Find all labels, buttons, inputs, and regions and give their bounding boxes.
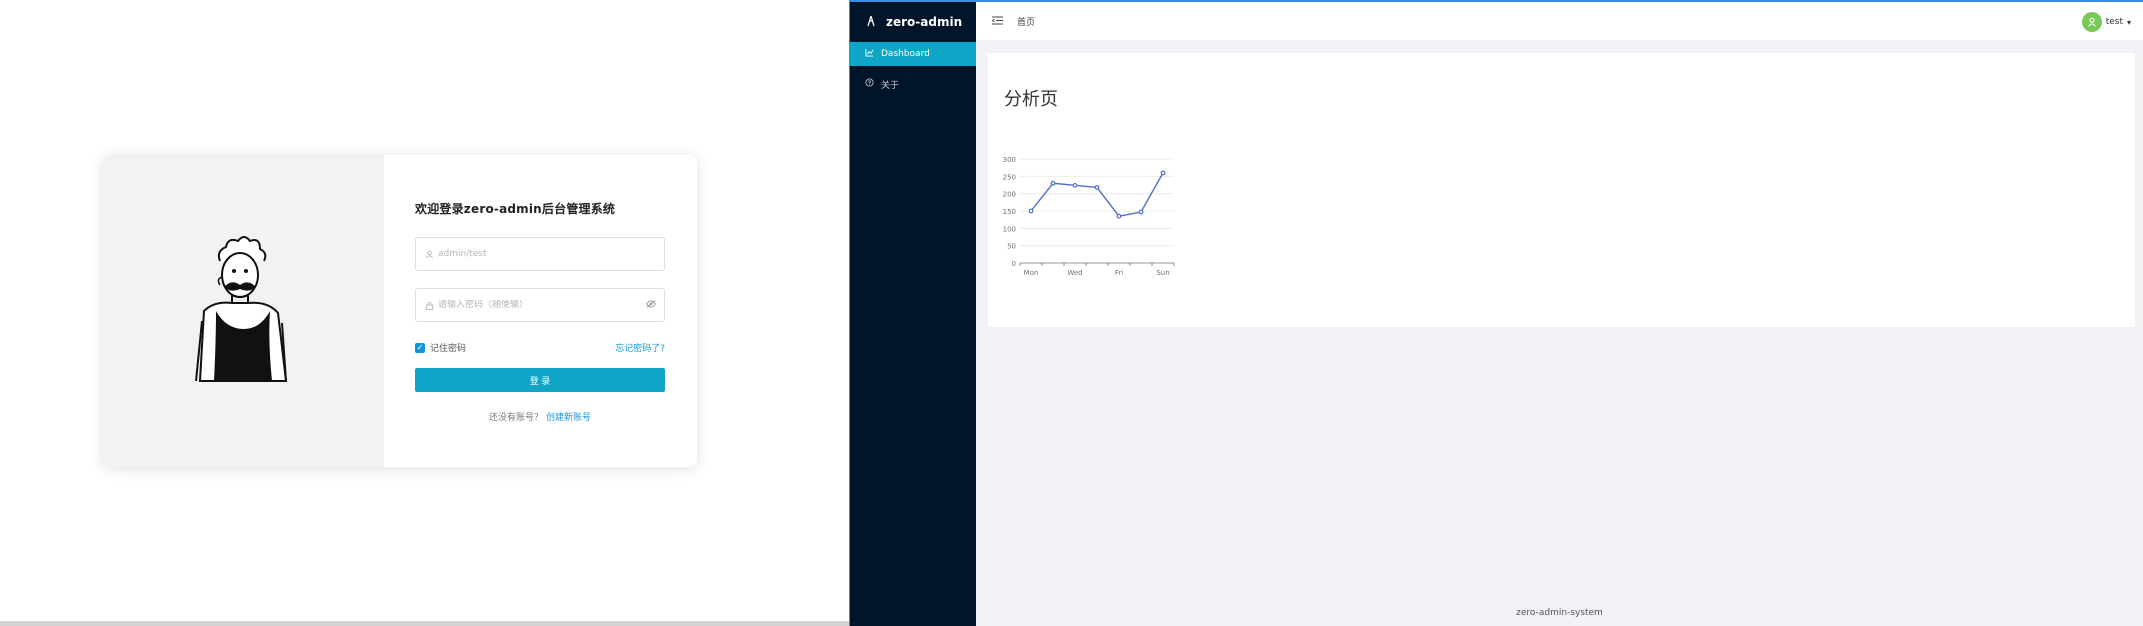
y-tick-label: 0: [1012, 260, 1016, 268]
chart-icon: [864, 48, 874, 60]
avatar[interactable]: [2081, 12, 2102, 32]
brand-name: zero-admin: [886, 15, 963, 29]
data-point: [1160, 170, 1166, 176]
window-divider: [0, 621, 849, 626]
data-point: [1116, 213, 1122, 219]
data-point: [1094, 185, 1100, 190]
series-line: [1030, 172, 1164, 217]
x-tick-label: Fri: [1115, 269, 1123, 277]
question-circle-icon: [864, 78, 874, 90]
x-tick-label: Sun: [1156, 269, 1169, 277]
login-page: 欢迎登录zero-admin后台管理系统 admin/test ✓ 记住密码 忘…: [0, 0, 849, 626]
page-title: 分析页: [1004, 89, 1058, 110]
breadcrumb[interactable]: 首页: [1017, 15, 1035, 28]
y-tick-label: 100: [1003, 225, 1016, 233]
line-chart: 0 50 100 150 200 250 300 Mon Wed Fri Sun: [1003, 156, 1175, 277]
data-point: [1138, 209, 1144, 215]
footer: zero-admin-system: [1516, 608, 1603, 618]
create-account-link[interactable]: 创建新账号: [546, 413, 591, 423]
logo[interactable]: zero-admin: [850, 2, 976, 42]
sidebar-item-label: 关于: [881, 80, 900, 91]
user-name: test: [2105, 17, 2123, 27]
x-tick-label: Wed: [1067, 269, 1082, 277]
sidebar-item-about[interactable]: 关于: [850, 72, 976, 96]
data-point: [1028, 208, 1034, 214]
menu-fold-icon[interactable]: [991, 15, 1003, 28]
caret-down-icon: ▾: [2126, 17, 2131, 27]
login-form: 欢迎登录zero-admin后台管理系统 admin/test ✓ 记住密码 忘…: [384, 155, 697, 467]
login-card: 欢迎登录zero-admin后台管理系统 admin/test ✓ 记住密码 忘…: [102, 155, 697, 467]
logo-icon: [866, 15, 876, 30]
login-button[interactable]: 登 录: [415, 368, 665, 392]
y-tick-label: 250: [1003, 173, 1016, 181]
forgot-password-link[interactable]: 忘记密码了?: [615, 341, 665, 354]
y-tick-label: 300: [1003, 156, 1016, 164]
login-illustration: [102, 155, 384, 467]
remember-label: 记住密码: [430, 344, 467, 354]
eye-icon[interactable]: [645, 299, 657, 311]
username-field[interactable]: [415, 237, 665, 271]
screen: 欢迎登录zero-admin后台管理系统 admin/test ✓ 记住密码 忘…: [0, 0, 2143, 626]
lock-icon: [424, 300, 434, 310]
y-tick-label: 200: [1003, 191, 1016, 199]
check-icon[interactable]: ✓: [415, 342, 425, 353]
mustache-man-illustration: [195, 236, 288, 382]
y-tick-label: 50: [1007, 243, 1016, 251]
register-prompt: 还没有账号？: [488, 413, 543, 423]
x-tick-label: Mon: [1024, 269, 1039, 277]
y-tick-label: 150: [1003, 208, 1016, 216]
login-title: 欢迎登录zero-admin后台管理系统: [415, 202, 616, 216]
sidebar-item-label: Dashboard: [881, 49, 930, 59]
sidebar-item-dashboard[interactable]: Dashboard: [850, 42, 976, 66]
sidebar: zero-admin Dashboard 关于: [850, 2, 976, 626]
admin-app: zero-admin Dashboard 关于 首页 test ▾ 分析页 0 …: [849, 0, 2143, 626]
register-row: 还没有账号？ 创建新账号: [415, 410, 665, 423]
data-point: [1050, 180, 1056, 186]
data-point: [1072, 182, 1078, 188]
password-field[interactable]: [415, 288, 665, 322]
username-input[interactable]: [438, 249, 656, 259]
remember-password-checkbox[interactable]: ✓ 记住密码: [415, 341, 466, 354]
user-icon: [424, 249, 434, 259]
user-menu[interactable]: test ▾: [2081, 12, 2131, 32]
header: 首页 test ▾: [976, 2, 2143, 40]
password-input[interactable]: [438, 300, 646, 310]
main-content: 分析页 0 50 100 150 200 250 300 Mon Wed Fri Sun: [988, 53, 2135, 327]
